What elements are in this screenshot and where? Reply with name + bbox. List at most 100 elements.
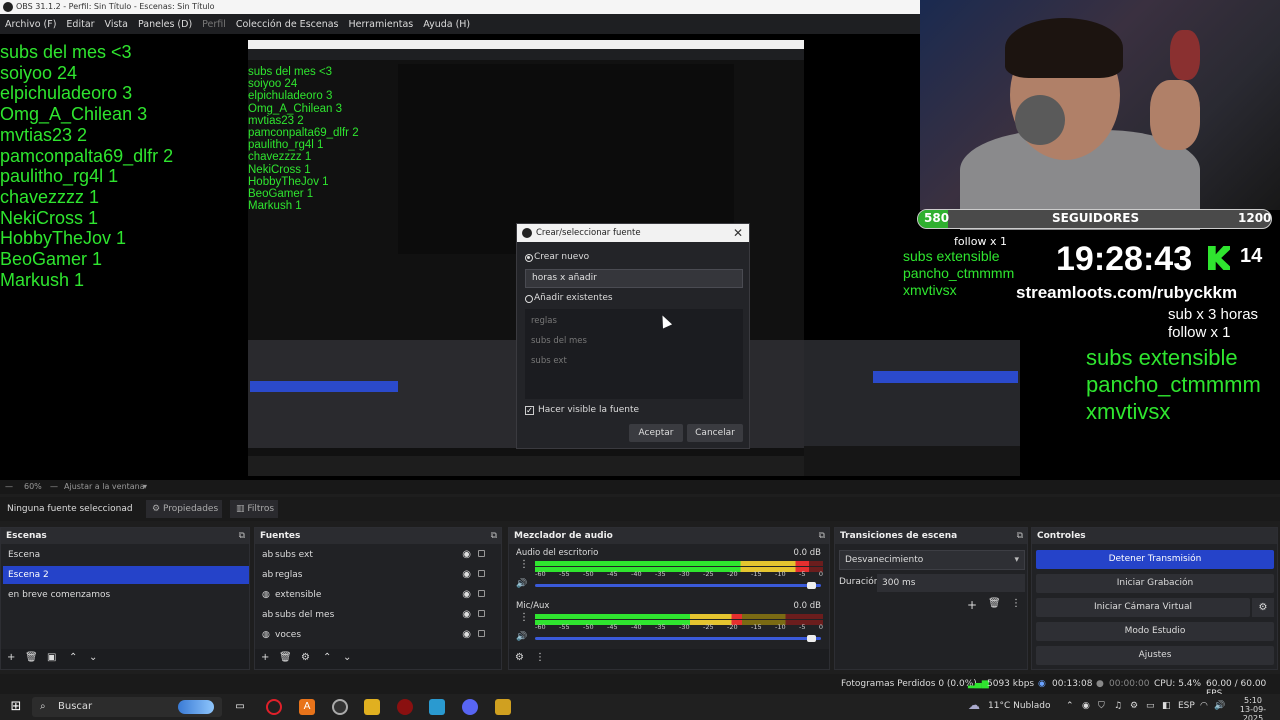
undock-icon[interactable]: ⧉ bbox=[239, 528, 245, 544]
channel-menu-icon[interactable]: ⋮ bbox=[519, 559, 529, 570]
undock-icon[interactable]: ⧉ bbox=[491, 528, 497, 544]
move-up-icon[interactable]: ⌃ bbox=[323, 652, 331, 663]
menu-perfil[interactable]: Perfil bbox=[202, 19, 226, 30]
existing-source-item[interactable]: reglas bbox=[531, 316, 557, 326]
speaker-icon[interactable]: 🔊 bbox=[516, 632, 527, 642]
menu-editar[interactable]: Editar bbox=[66, 19, 94, 30]
trash-icon[interactable]: 🗑 bbox=[988, 598, 1001, 609]
start-recording-button[interactable]: Iniciar Grabación bbox=[1036, 574, 1274, 593]
move-up-icon[interactable]: ⌃ bbox=[69, 652, 77, 663]
volume-slider[interactable] bbox=[535, 637, 821, 640]
visible-checkbox[interactable]: ✓ bbox=[525, 406, 534, 415]
obs-taskbar-icon[interactable] bbox=[332, 699, 348, 715]
task-view-icon[interactable]: ▭ bbox=[232, 699, 248, 715]
lock-icon[interactable] bbox=[478, 630, 485, 637]
scene-item[interactable]: en breve comenzamos bbox=[3, 586, 249, 604]
filter-icon[interactable]: ▣ bbox=[47, 652, 56, 663]
eye-icon[interactable]: ◉ bbox=[462, 609, 471, 620]
transition-select[interactable]: Desvanecimiento bbox=[839, 550, 1025, 570]
cancel-button[interactable]: Cancelar bbox=[687, 424, 743, 442]
trash-icon[interactable]: 🗑 bbox=[25, 652, 38, 663]
undock-icon[interactable]: ⧉ bbox=[1017, 528, 1023, 544]
existing-source-item[interactable]: subs del mes bbox=[531, 336, 587, 346]
menu-archivo[interactable]: Archivo (F) bbox=[5, 19, 56, 30]
gear-tray-icon[interactable]: ⚙ bbox=[1130, 701, 1138, 711]
eye-icon[interactable]: ◉ bbox=[462, 629, 471, 640]
menu-vista[interactable]: Vista bbox=[105, 19, 128, 30]
gear-icon[interactable]: ⚙ bbox=[515, 652, 524, 663]
source-item[interactable]: ab reglas ◉ bbox=[257, 566, 499, 584]
opera-icon[interactable] bbox=[266, 699, 282, 715]
lock-icon[interactable] bbox=[478, 570, 485, 577]
move-down-icon[interactable]: ⌄ bbox=[343, 652, 351, 663]
menu-paneles[interactable]: Paneles (D) bbox=[138, 19, 192, 30]
headset-icon[interactable]: ♫ bbox=[1114, 701, 1122, 711]
gear-icon[interactable]: ⚙ bbox=[1252, 598, 1274, 617]
add-existing-radio[interactable] bbox=[525, 295, 533, 303]
menu-icon[interactable]: ⋮ bbox=[1011, 598, 1021, 609]
eye-icon[interactable]: ◉ bbox=[462, 549, 471, 560]
store-icon[interactable] bbox=[429, 699, 445, 715]
gear-icon[interactable]: ⚙ bbox=[301, 652, 310, 663]
source-item[interactable]: ◍ extensible ◉ bbox=[257, 586, 499, 604]
add-icon[interactable]: + bbox=[261, 652, 269, 663]
app-yellow-icon[interactable] bbox=[495, 699, 511, 715]
add-icon[interactable]: + bbox=[967, 598, 977, 612]
accept-button[interactable]: Aceptar bbox=[629, 424, 683, 442]
taskbar-clock[interactable]: 5:10 13-09-2025 bbox=[1238, 696, 1268, 720]
eye-icon[interactable]: ◉ bbox=[462, 569, 471, 580]
channel-menu-icon[interactable]: ⋮ bbox=[519, 612, 529, 623]
app-icon[interactable]: A bbox=[299, 699, 315, 715]
add-icon[interactable]: + bbox=[7, 652, 15, 663]
lock-icon[interactable] bbox=[478, 590, 485, 597]
filters-button[interactable]: ▥ Filtros bbox=[230, 500, 278, 518]
existing-sources-list[interactable]: reglas subs del mes subs ext bbox=[525, 309, 743, 399]
taskbar-search[interactable]: ⌕ Buscar bbox=[32, 697, 222, 717]
windows-start-icon[interactable]: ⊞ bbox=[8, 699, 24, 715]
existing-source-item[interactable]: subs ext bbox=[531, 356, 567, 366]
record-tray-icon[interactable]: ◉ bbox=[1082, 701, 1090, 711]
zoom-out-icon[interactable]: — bbox=[5, 482, 13, 491]
source-name-input[interactable]: horas x añadir bbox=[525, 269, 743, 288]
move-down-icon[interactable]: ⌄ bbox=[89, 652, 97, 663]
chevron-down-icon[interactable]: ▾ bbox=[143, 482, 147, 491]
eye-icon[interactable]: ◉ bbox=[462, 589, 471, 600]
studio-mode-button[interactable]: Modo Estudio bbox=[1036, 622, 1274, 641]
properties-button[interactable]: ⚙ Propiedades bbox=[146, 500, 222, 518]
fit-to-window[interactable]: Ajustar a la ventana bbox=[64, 482, 145, 491]
zoom-in-icon[interactable]: — bbox=[50, 482, 58, 491]
keyboard-language[interactable]: ESP bbox=[1178, 701, 1195, 711]
lock-icon[interactable] bbox=[478, 610, 485, 617]
menu-ayuda[interactable]: Ayuda (H) bbox=[423, 19, 470, 30]
volume-slider[interactable] bbox=[535, 584, 821, 587]
lock-icon[interactable] bbox=[478, 550, 485, 557]
close-icon[interactable]: ✕ bbox=[731, 224, 745, 242]
mixer-menu-icon[interactable]: ⋮ bbox=[535, 652, 545, 663]
discord-icon[interactable] bbox=[462, 699, 478, 715]
folder-icon[interactable] bbox=[364, 699, 380, 715]
source-item[interactable]: ab subs ext ◉ bbox=[257, 546, 499, 564]
chat-icon[interactable]: ◧ bbox=[1162, 701, 1171, 711]
menu-coleccion[interactable]: Colección de Escenas bbox=[236, 19, 339, 30]
trash-icon[interactable]: 🗑 bbox=[279, 652, 292, 663]
volume-slider-handle[interactable] bbox=[807, 582, 816, 589]
menu-herramientas[interactable]: Herramientas bbox=[349, 19, 414, 30]
scene-item[interactable]: Escena bbox=[3, 546, 249, 564]
stop-streaming-button[interactable]: Detener Transmisión bbox=[1036, 550, 1274, 569]
volume-slider-handle[interactable] bbox=[807, 635, 816, 642]
display-icon[interactable]: ▭ bbox=[1146, 701, 1155, 711]
source-item[interactable]: ab subs del mes ◉ bbox=[257, 606, 499, 624]
source-item[interactable]: ◍ voces ◉ bbox=[257, 626, 499, 644]
scene-item-selected[interactable]: Escena 2 bbox=[3, 566, 249, 584]
weather[interactable]: 11°C Nublado bbox=[988, 701, 1050, 711]
duration-input[interactable]: 300 ms bbox=[877, 574, 1025, 592]
app-red-icon[interactable] bbox=[397, 699, 413, 715]
undock-icon[interactable]: ⧉ bbox=[819, 528, 825, 544]
settings-button[interactable]: Ajustes bbox=[1036, 646, 1274, 665]
chevron-up-icon[interactable]: ⌃ bbox=[1066, 701, 1074, 711]
start-virtual-camera-button[interactable]: Iniciar Cámara Virtual bbox=[1036, 598, 1250, 617]
shield-icon[interactable]: ⛉ bbox=[1098, 701, 1105, 711]
wifi-icon[interactable]: ◠ bbox=[1200, 701, 1208, 711]
create-new-radio[interactable] bbox=[525, 254, 533, 262]
volume-icon[interactable]: 🔊 bbox=[1214, 701, 1225, 711]
